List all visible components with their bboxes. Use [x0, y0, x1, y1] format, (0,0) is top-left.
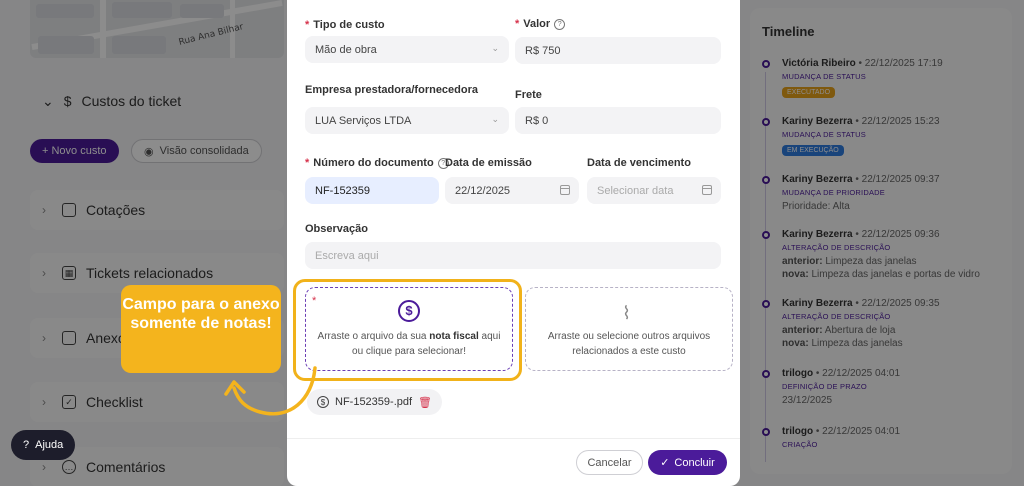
label-text: Número do documento [313, 157, 434, 169]
calendar-icon [702, 185, 712, 195]
cancel-button[interactable]: Cancelar [576, 450, 643, 475]
help-icon: ? [23, 439, 30, 451]
invoice-highlight-box [293, 279, 522, 381]
doc-number-input[interactable]: NF-152359 [305, 177, 439, 204]
required-mark: * [305, 19, 310, 31]
notes-input[interactable]: Escreva aqui [305, 242, 721, 269]
paperclip-icon: ⌇ [622, 303, 631, 323]
other-files-dropzone[interactable]: ⌇ Arraste ou selecione outros arquivos r… [525, 287, 733, 371]
due-date-input[interactable]: Selecionar data [587, 177, 721, 204]
annotation-arrow-icon [224, 366, 317, 416]
supplier-select[interactable]: LUA Serviços LTDA ⌄ [305, 107, 509, 134]
check-icon: ✓ [660, 457, 670, 469]
trash-icon[interactable]: 🗑 [418, 396, 432, 409]
modal-footer-divider [287, 438, 740, 439]
supplier-label: Empresa prestadora/fornecedora [305, 84, 479, 96]
value-input[interactable]: R$ 750 [515, 37, 721, 64]
date-placeholder: Selecionar data [597, 184, 674, 197]
chevron-down-icon: ⌄ [491, 43, 499, 53]
required-mark: * [305, 157, 310, 169]
label-text: Tipo de custo [313, 19, 385, 31]
label-text: Valor [523, 18, 551, 30]
help-button[interactable]: ? Ajuda [11, 430, 76, 460]
calendar-icon [560, 185, 570, 195]
issue-date-label: Data de emissão [445, 157, 532, 169]
confirm-label: Concluir [674, 456, 715, 469]
date-value: 22/12/2025 [455, 184, 511, 197]
help-label: Ajuda [35, 439, 64, 451]
select-value: LUA Serviços LTDA [315, 114, 412, 127]
doc-number-label: * Número do documento ? [305, 157, 449, 169]
attached-file-name: NF-152359-.pdf [335, 396, 413, 408]
notes-label: Observação [305, 223, 368, 235]
select-value: Mão de obra [315, 43, 377, 56]
value-label: * Valor ? [515, 18, 566, 30]
issue-date-input[interactable]: 22/12/2025 [445, 177, 579, 204]
help-circle-icon[interactable]: ? [554, 18, 566, 30]
other-dropzone-text: Arraste ou selecione outros arquivos rel… [547, 331, 711, 357]
cost-type-select[interactable]: Mão de obra ⌄ [305, 36, 509, 63]
freight-label: Frete [515, 89, 542, 101]
required-mark: * [515, 18, 520, 30]
attached-file-chip[interactable]: $ NF-152359-.pdf 🗑 [307, 389, 443, 415]
cost-type-label: * Tipo de custo [305, 19, 385, 31]
chevron-down-icon: ⌄ [491, 114, 499, 124]
confirm-button[interactable]: ✓ Concluir [648, 450, 727, 475]
freight-input[interactable]: R$ 0 [515, 107, 721, 134]
due-date-label: Data de vencimento [587, 157, 691, 169]
